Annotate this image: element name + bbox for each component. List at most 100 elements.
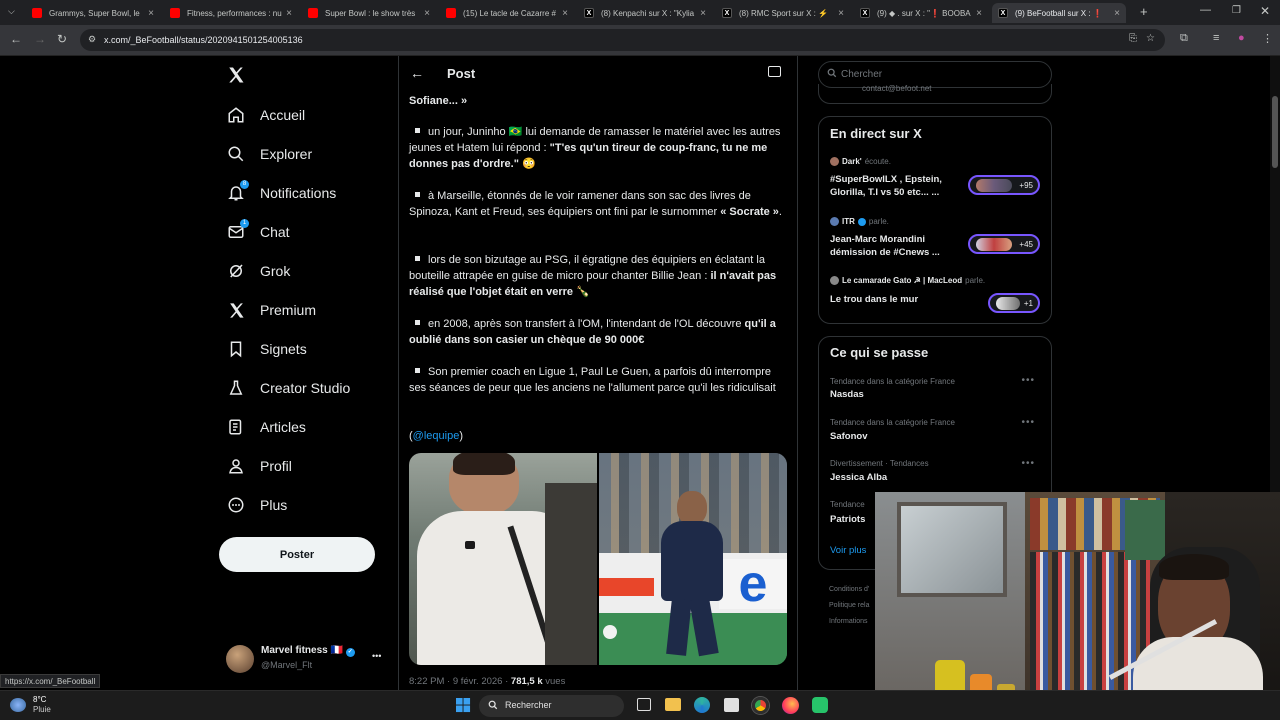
install-icon[interactable]: ⎘ — [1129, 33, 1137, 44]
browser-tab[interactable]: X (8) Kenpachi sur X : "Kylia × — [578, 3, 712, 23]
nav-profile[interactable]: Profil — [226, 451, 292, 481]
timestamp[interactable]: 8:22 PM · 9 févr. 2026 · — [409, 676, 511, 687]
extensions-icon[interactable]: ⧉ — [1180, 32, 1188, 45]
grok-icon — [226, 261, 246, 281]
nav-chat[interactable]: 1 Chat — [226, 217, 290, 247]
listeners-pill[interactable]: +95 — [968, 175, 1040, 195]
search-icon — [827, 68, 837, 81]
bullet — [415, 368, 420, 373]
taskbar-search[interactable]: Rechercher — [479, 695, 624, 717]
browser-tab[interactable]: Grammys, Super Bowl, le × — [26, 3, 160, 23]
edge-icon[interactable] — [694, 697, 710, 713]
x-logo-icon: X — [860, 8, 870, 18]
back-arrow-icon[interactable]: ← — [410, 65, 424, 81]
bookmark-star-icon[interactable]: ☆ — [1146, 33, 1155, 44]
post-paragraph: en 2008, après son transfert à l'OM, l'i… — [409, 318, 776, 346]
nav-articles[interactable]: Articles — [226, 412, 306, 442]
scrollbar-thumb[interactable] — [1272, 96, 1278, 168]
nav-bookmarks[interactable]: Signets — [226, 334, 307, 364]
new-tab-button[interactable]: + — [1140, 4, 1148, 19]
profile-avatar-icon[interactable]: ● — [1238, 32, 1245, 44]
weather-desc[interactable]: Pluie — [33, 705, 51, 714]
app-icon[interactable] — [812, 697, 828, 713]
close-tab-icon[interactable]: × — [562, 8, 568, 19]
trend-item[interactable]: Jessica Alba — [830, 472, 887, 483]
post-column: ← Post Sofiane... » un jour, Juninho 🇧🇷 … — [398, 56, 798, 696]
live-space-title[interactable]: Jean-Marc Morandini démission de #Cnews … — [830, 233, 970, 259]
close-window-icon[interactable]: ✕ — [1260, 4, 1270, 18]
file-explorer-icon[interactable] — [665, 698, 681, 711]
store-icon[interactable] — [724, 698, 739, 712]
mention-link[interactable]: @lequipe — [413, 430, 460, 442]
close-tab-icon[interactable]: × — [838, 8, 844, 19]
task-view-icon[interactable] — [637, 698, 651, 711]
nav-more[interactable]: Plus — [226, 490, 287, 520]
show-more-link[interactable]: Voir plus — [830, 545, 866, 556]
more-options-icon[interactable]: ••• — [372, 651, 381, 661]
trend-item[interactable]: Safonov — [830, 431, 867, 442]
reading-list-icon[interactable]: ≡ — [1213, 32, 1219, 44]
webcam-overlay — [875, 492, 1280, 720]
nav-explore[interactable]: Explorer — [226, 139, 312, 169]
address-bar[interactable]: ⚙ x.com/_BeFootball/status/2020941501254… — [80, 29, 1165, 51]
home-icon — [226, 105, 246, 125]
nav-grok[interactable]: Grok — [226, 256, 290, 286]
close-tab-icon[interactable]: × — [286, 8, 292, 19]
account-switcher[interactable]: Marvel fitness 🇫🇷 ✓ @Marvel_Flt ••• — [226, 643, 388, 677]
browser-tab[interactable]: X (8) RMC Sport sur X : ⚡ × — [716, 3, 850, 23]
post-photo[interactable] — [409, 453, 597, 665]
browser-tab[interactable]: Super Bowl : le show très × — [302, 3, 436, 23]
more-options-icon[interactable]: ••• — [1021, 417, 1035, 428]
more-options-icon[interactable]: ••• — [1021, 458, 1035, 469]
post-paragraph: un jour, Juninho 🇧🇷 lui demande de ramas… — [409, 126, 781, 170]
youtube-icon — [170, 8, 180, 18]
more-circle-icon — [226, 495, 246, 515]
browser-tab[interactable]: X (9) ◆ . sur X : "❗ BOOBA × — [854, 3, 988, 23]
close-tab-icon[interactable]: × — [700, 8, 706, 19]
page-title: Post — [447, 66, 476, 81]
more-options-icon[interactable]: ••• — [1021, 375, 1035, 386]
listeners-pill[interactable]: +45 — [968, 234, 1040, 254]
close-tab-icon[interactable]: × — [424, 8, 430, 19]
chrome-icon[interactable] — [752, 697, 769, 714]
browser-menu-icon[interactable]: ⋮ — [1262, 32, 1273, 45]
nav-home[interactable]: Accueil — [226, 100, 305, 130]
live-space-title[interactable]: Le trou dans le mur — [830, 293, 970, 306]
browser-tab-active[interactable]: X (9) BeFootball sur X : ❗ × — [992, 3, 1126, 23]
tab-search-dropdown[interactable]: ⌵ — [8, 6, 15, 17]
trend-item[interactable]: Nasdas — [830, 389, 864, 400]
search-icon — [226, 144, 246, 164]
close-tab-icon[interactable]: × — [148, 8, 154, 19]
trend-item[interactable]: Patriots — [830, 514, 865, 525]
forward-arrow-icon[interactable]: → — [34, 32, 46, 46]
reader-view-icon[interactable] — [768, 66, 781, 77]
bullet — [415, 192, 420, 197]
weather-temp[interactable]: 8°C — [33, 695, 46, 704]
windows-start-icon[interactable] — [456, 698, 471, 718]
firefox-icon[interactable] — [782, 697, 799, 714]
live-space-title[interactable]: #SuperBowlLX , Epstein, Glorilla, T.I vs… — [830, 173, 970, 199]
account-name: Marvel fitness — [261, 645, 328, 656]
card-title: Ce qui se passe — [830, 345, 929, 360]
browser-tab[interactable]: Fitness, performances : nu × — [164, 3, 298, 23]
restore-icon[interactable]: ❐ — [1232, 5, 1241, 16]
minimize-icon[interactable]: — — [1200, 4, 1211, 16]
avatar — [830, 276, 839, 285]
account-handle: @Marvel_Flt — [261, 660, 313, 670]
nav-notifications[interactable]: 8 Notifications — [226, 178, 336, 208]
close-tab-icon[interactable]: × — [1114, 8, 1120, 19]
post-photo[interactable]: e — [599, 453, 787, 665]
back-arrow-icon[interactable]: ← — [10, 32, 22, 46]
contact-card-cut: contact@befoot.net — [818, 84, 1052, 104]
listeners-pill[interactable]: +1 — [988, 293, 1040, 313]
post-button[interactable]: Poster — [219, 537, 375, 572]
youtube-icon — [32, 8, 42, 18]
browser-tab[interactable]: (15) Le tacle de Cazarre # × — [440, 3, 574, 23]
site-info-icon[interactable]: ⚙ — [88, 34, 96, 45]
source-credit: (@lequipe) — [409, 430, 463, 442]
reload-icon[interactable]: ↻ — [57, 32, 67, 46]
close-tab-icon[interactable]: × — [976, 8, 982, 19]
nav-premium[interactable]: Premium — [226, 295, 316, 325]
browser-tab-strip: ⌵ Grammys, Super Bowl, le × Fitness, perf… — [0, 0, 1280, 25]
nav-creator-studio[interactable]: Creator Studio — [226, 373, 350, 403]
